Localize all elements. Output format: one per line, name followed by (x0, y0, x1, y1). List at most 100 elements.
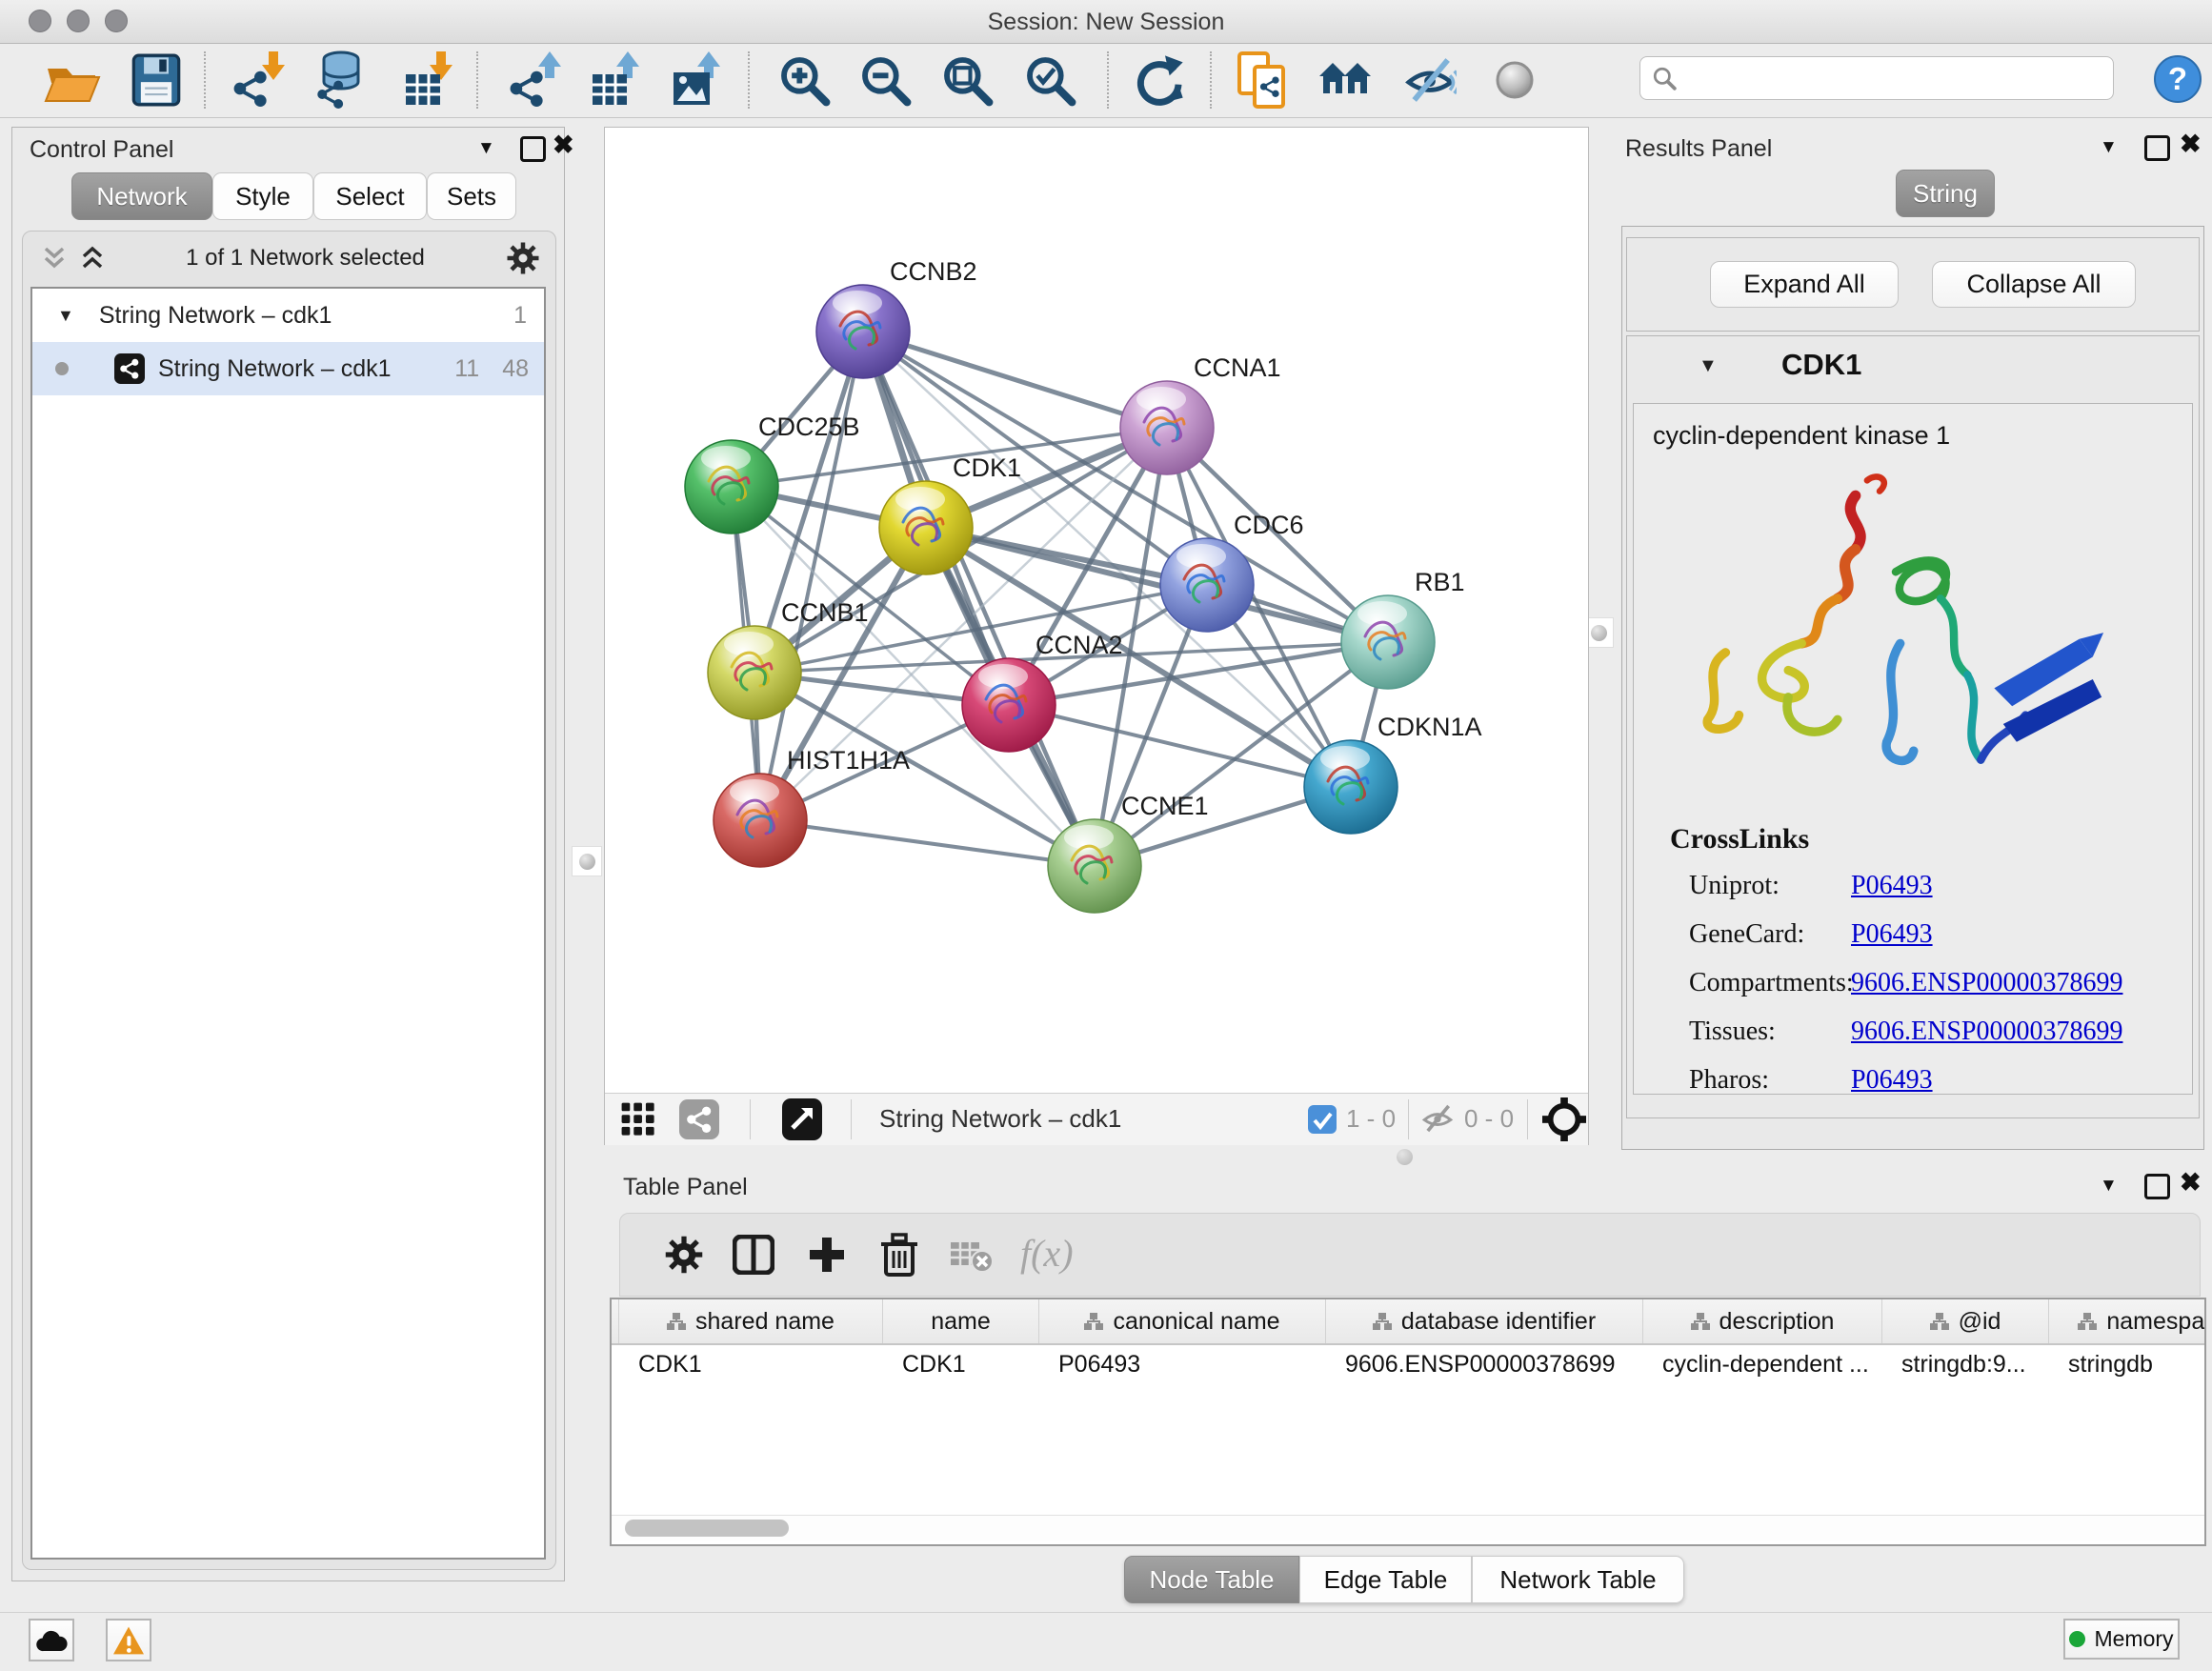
network-node[interactable]: CDK1 (879, 453, 1021, 574)
network-view: CCNB2CCNA1CDC25BCDK1CDC6RB1CCNB1CCNA2CDK… (604, 127, 1589, 1145)
network-options-gear-icon[interactable] (506, 241, 540, 275)
panel-float-icon[interactable]: ▼ (2100, 1176, 2118, 1197)
panel-float-icon[interactable]: ▼ (477, 138, 495, 159)
network-edge[interactable] (760, 820, 1095, 866)
network-collection-row[interactable]: ▼ String Network – cdk1 1 (32, 289, 544, 342)
expand-all-button[interactable]: Expand All (1710, 261, 1899, 308)
column-header[interactable]: shared name (619, 1299, 883, 1343)
vertical-splitter-handle-left[interactable] (572, 846, 602, 876)
node-label: CCNB2 (890, 257, 977, 286)
network-row[interactable]: String Network – cdk1 11 48 (32, 342, 544, 395)
horizontal-splitter-handle[interactable] (1397, 1149, 1413, 1165)
panel-restore-icon[interactable] (2144, 1174, 2170, 1199)
section-collapse-caret[interactable]: ▼ (1699, 355, 1718, 377)
birdseye-navigator-icon[interactable] (1542, 1097, 1586, 1141)
hidden-node-edge-counts: 0 - 0 (1464, 1104, 1514, 1134)
tab-select[interactable]: Select (313, 172, 427, 220)
tab-network[interactable]: Network (71, 172, 212, 220)
scrollbar-thumb[interactable] (625, 1520, 789, 1537)
add-column-icon[interactable] (807, 1235, 847, 1275)
cloud-status-button[interactable] (29, 1619, 74, 1661)
tab-string[interactable]: String (1896, 170, 1995, 217)
zoom-out-icon[interactable] (858, 53, 912, 107)
save-session-icon[interactable] (131, 53, 181, 107)
memory-button[interactable]: Memory (2063, 1619, 2180, 1660)
export-table-icon[interactable] (587, 51, 640, 109)
import-network-icon[interactable] (231, 51, 286, 109)
network-edge[interactable] (863, 332, 1167, 428)
zoom-selected-icon[interactable] (1023, 53, 1076, 107)
collection-count: 1 (513, 302, 527, 330)
collection-expand-caret[interactable]: ▼ (57, 306, 74, 326)
panel-close-icon[interactable]: ✖ (2180, 134, 2202, 154)
tab-edge-table[interactable]: Edge Table (1299, 1556, 1472, 1603)
node-label: RB1 (1415, 568, 1465, 596)
show-columns-icon[interactable] (733, 1235, 774, 1275)
network-canvas[interactable]: CCNB2CCNA1CDC25BCDK1CDC6RB1CCNB1CCNA2CDK… (605, 128, 1588, 1093)
help-icon[interactable]: ? (2153, 54, 2202, 104)
column-header[interactable]: canonical name (1039, 1299, 1326, 1343)
crosslink-link[interactable]: P06493 (1851, 1065, 1933, 1096)
crosslink-link[interactable]: P06493 (1851, 919, 1933, 950)
network-node[interactable]: RB1 (1341, 568, 1465, 689)
collapse-all-button[interactable]: Collapse All (1932, 261, 2136, 308)
table-panel: Table Panel ▼ ✖ (604, 1164, 2206, 1612)
zoom-in-icon[interactable] (777, 53, 831, 107)
table-cell: CDK1 (619, 1351, 883, 1379)
network-badge-gray-icon[interactable] (679, 1099, 719, 1139)
warnings-button[interactable] (106, 1619, 151, 1661)
search-input[interactable] (1684, 64, 2113, 92)
table-cell: cyclin-dependent ... (1643, 1351, 1882, 1379)
grid-view-icon[interactable] (620, 1101, 656, 1137)
crosslink-link[interactable]: P06493 (1851, 871, 1933, 901)
panel-restore-icon[interactable] (520, 136, 546, 162)
network-node[interactable]: CDKN1A (1304, 713, 1482, 834)
detach-view-icon[interactable] (782, 1098, 822, 1140)
crosslink-link[interactable]: 9606.ENSP00000378699 (1851, 1017, 2122, 1047)
show-details-eye-icon[interactable] (1492, 57, 1538, 103)
column-header[interactable]: @id (1882, 1299, 2049, 1343)
horizontal-scrollbar[interactable] (612, 1515, 2204, 1540)
import-table-icon[interactable] (400, 51, 453, 109)
gene-detail-box: cyclin-dependent kinase 1 (1633, 403, 2193, 1095)
network-node[interactable]: CCNA1 (1120, 353, 1281, 474)
tab-sets[interactable]: Sets (427, 172, 516, 220)
toolbar-separator (1210, 51, 1212, 109)
column-header[interactable]: description (1643, 1299, 1882, 1343)
collapse-all-chevron-icon[interactable] (42, 245, 67, 272)
delete-column-trash-icon[interactable] (879, 1233, 919, 1277)
function-builder-icon: f(x) (1020, 1231, 1074, 1276)
export-network-icon[interactable] (507, 51, 562, 109)
tab-style[interactable]: Style (212, 172, 313, 220)
refresh-icon[interactable] (1132, 53, 1185, 107)
control-panel: Control Panel ▼ ✖ Network Style Select S… (11, 127, 565, 1581)
network-edge[interactable] (863, 332, 1095, 866)
table-tabs: Node Table Edge Table Network Table (1124, 1556, 1684, 1603)
panel-close-icon[interactable]: ✖ (2180, 1173, 2202, 1193)
gallery-houses-icon[interactable] (1317, 57, 1373, 103)
panel-restore-icon[interactable] (2144, 135, 2170, 161)
node-label: CCNB1 (781, 598, 869, 627)
table-row[interactable]: CDK1 CDK1 P06493 9606.ENSP00000378699 cy… (612, 1345, 2204, 1383)
column-header[interactable]: namespace (2049, 1299, 2206, 1343)
network-node[interactable]: HIST1H1A (714, 746, 910, 867)
import-database-icon[interactable] (312, 50, 370, 111)
column-header[interactable]: database identifier (1326, 1299, 1643, 1343)
zoom-fit-icon[interactable] (940, 53, 994, 107)
open-file-icon[interactable] (42, 53, 101, 107)
tab-network-table[interactable]: Network Table (1472, 1556, 1684, 1603)
expand-all-chevron-icon[interactable] (80, 245, 105, 272)
annotation-documents-icon[interactable] (1236, 51, 1289, 111)
table-options-gear-icon[interactable] (664, 1235, 704, 1275)
network-node[interactable]: CCNB1 (708, 598, 869, 719)
search-field[interactable] (1639, 56, 2114, 100)
crosslink-link[interactable]: 9606.ENSP00000378699 (1851, 968, 2122, 998)
panel-close-icon[interactable]: ✖ (553, 135, 574, 155)
hide-details-eye-icon[interactable] (1403, 53, 1457, 107)
export-image-icon[interactable] (668, 51, 721, 109)
tab-node-table[interactable]: Node Table (1124, 1556, 1299, 1603)
column-header[interactable]: name (883, 1299, 1039, 1343)
network-node-count: 11 (454, 355, 479, 383)
selected-checkbox-icon[interactable] (1308, 1105, 1337, 1134)
panel-float-icon[interactable]: ▼ (2100, 137, 2118, 158)
